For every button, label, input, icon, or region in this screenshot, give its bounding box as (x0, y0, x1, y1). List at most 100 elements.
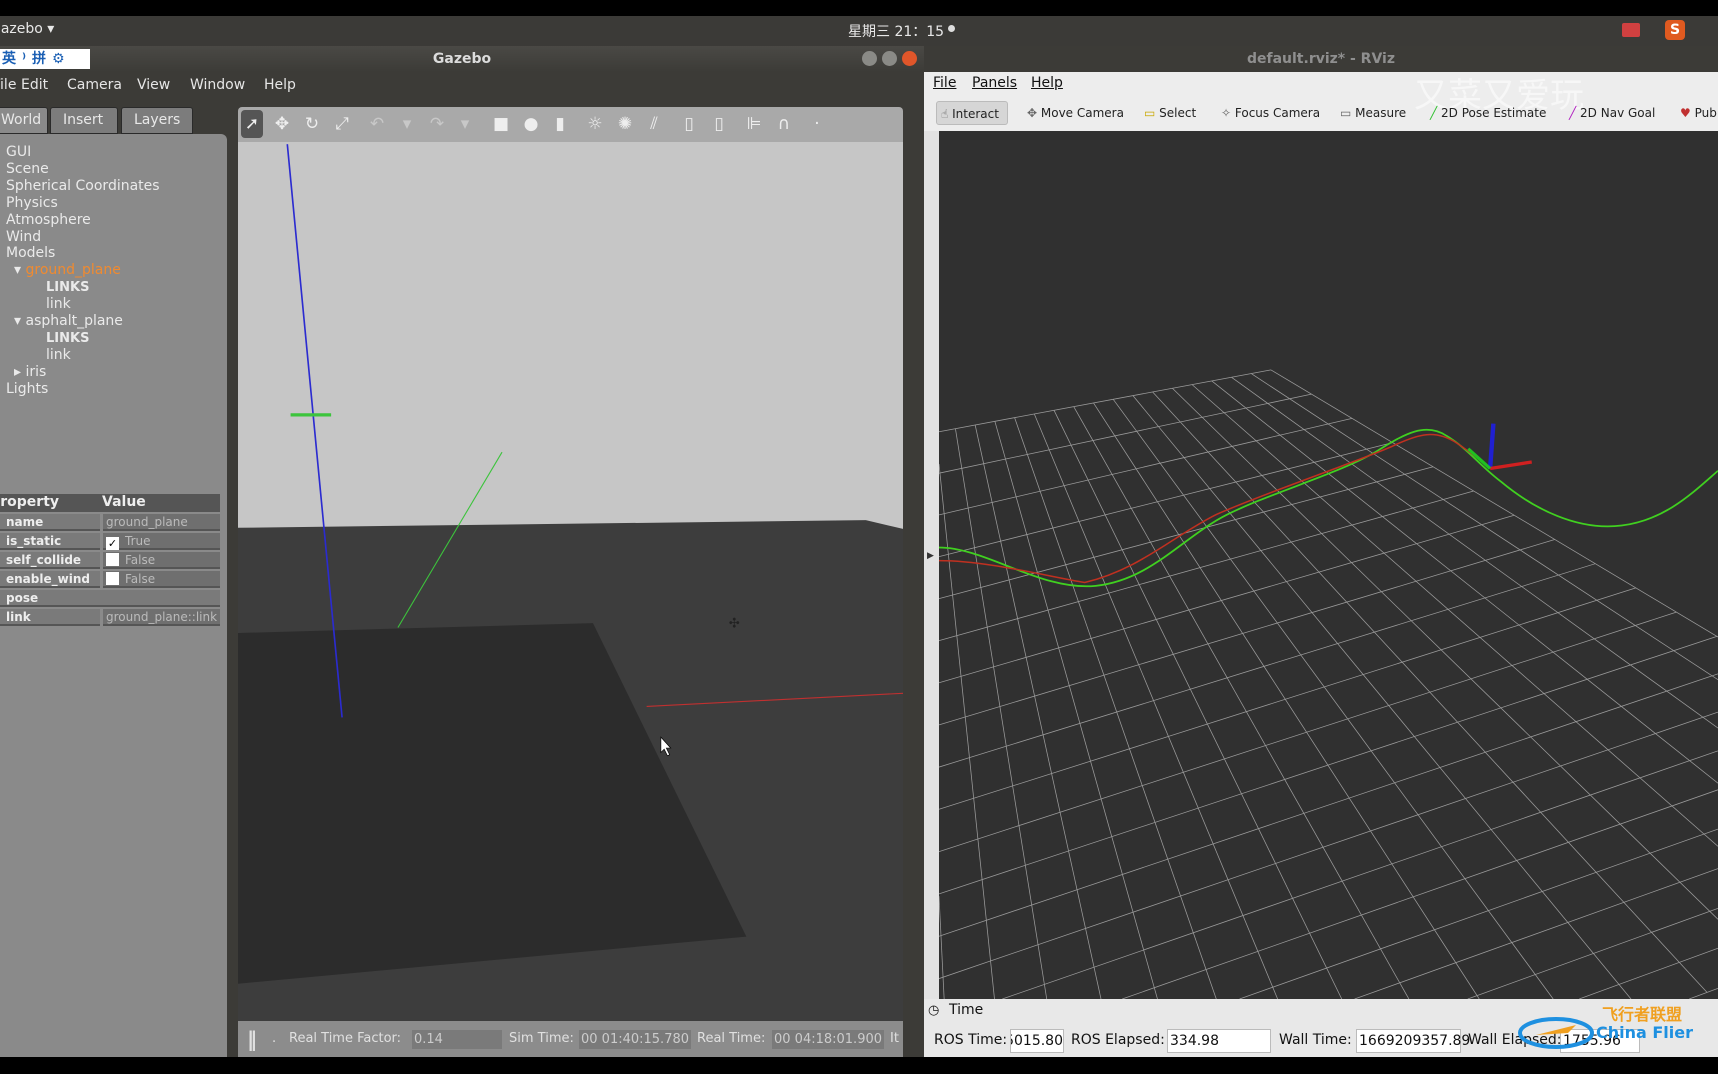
menu-camera[interactable]: Camera (67, 72, 122, 98)
tool-select[interactable]: ▭ Select (1144, 101, 1196, 125)
checkbox[interactable] (106, 553, 119, 566)
expand-down-icon[interactable]: ▾ (14, 262, 25, 278)
sphere-icon[interactable]: ● (520, 113, 542, 135)
property-row[interactable]: self_collide False (0, 552, 220, 569)
tree-item-label: link (46, 296, 71, 313)
record-icon[interactable] (1622, 23, 1640, 37)
menu-view[interactable]: View (137, 72, 170, 98)
property-row[interactable]: is_static ✓ True (0, 533, 220, 550)
property-value[interactable]: ground_plane::link (103, 609, 220, 626)
checkbox[interactable] (106, 572, 119, 585)
property-value[interactable]: ground_plane (103, 514, 220, 531)
tree-item[interactable]: LINKS (46, 330, 89, 346)
tree-item[interactable]: Physics (6, 195, 58, 211)
tool-pub[interactable]: ♥ Pub (1680, 101, 1717, 125)
tool-2d-pose-estimate[interactable]: ╱ 2D Pose Estimate (1430, 101, 1546, 125)
panel-collapse-handle[interactable]: ▶ (924, 131, 939, 999)
tree-item-label: LINKS (46, 330, 90, 346)
redo-icon[interactable]: ↷ (426, 113, 448, 135)
property-row[interactable]: pose (0, 590, 220, 607)
tree-item[interactable]: ▾ ground_plane (14, 262, 121, 278)
undo-icon[interactable]: ↶ (366, 113, 388, 135)
tree-item[interactable]: Lights (6, 381, 48, 397)
clock[interactable]: 星期三 21：15 (848, 21, 944, 41)
property-key: self_collide (0, 552, 100, 569)
tool-label: Focus Camera (1234, 106, 1321, 120)
tab-insert[interactable]: Insert (50, 107, 118, 134)
wall-time-field[interactable]: 1669209357.89 (1356, 1029, 1470, 1053)
more-icon[interactable]: · (806, 113, 828, 135)
align-icon[interactable]: ⊫ (743, 113, 765, 135)
directional-light-icon[interactable]: ⫽ (643, 113, 665, 135)
property-row[interactable]: name ground_plane (0, 514, 220, 531)
property-row[interactable]: link ground_plane::link (0, 609, 220, 626)
pause-button[interactable]: ‖ (247, 1021, 257, 1057)
menu-help[interactable]: Help (264, 72, 296, 98)
tree-item[interactable]: Scene (6, 161, 49, 177)
menu-panels[interactable]: Panels (972, 72, 1017, 95)
tool-focus-camera[interactable]: ✧ Focus Camera (1221, 101, 1320, 125)
menu-edit[interactable]: Edit (21, 72, 48, 98)
tab-layers[interactable]: Layers (121, 107, 193, 134)
copy-icon[interactable]: ▯ (678, 113, 700, 135)
ros-elapsed-field[interactable]: 334.98 (1167, 1029, 1271, 1053)
property-value[interactable]: False (103, 571, 220, 588)
menu-help[interactable]: Help (1031, 72, 1063, 95)
step-button[interactable]: . (272, 1021, 276, 1057)
menu-window[interactable]: Window (190, 72, 245, 98)
paste-icon[interactable]: ▯ (708, 113, 730, 135)
ros-time-field[interactable]: 5015.80 (1010, 1029, 1064, 1053)
property-value[interactable]: False (103, 552, 220, 569)
point-light-icon[interactable]: ☼ (584, 113, 606, 135)
tree-item[interactable]: link (46, 347, 71, 363)
tree-item[interactable]: Wind (6, 229, 41, 245)
china-flier-logo: 飞行者联盟 China Flier (1516, 999, 1718, 1057)
maximize-button[interactable] (882, 51, 897, 66)
tool-2d-nav-goal[interactable]: ╱ 2D Nav Goal (1569, 101, 1655, 125)
time-panel-title: Time (949, 1002, 984, 1018)
box-icon[interactable]: ■ (490, 113, 512, 135)
expand-right-icon[interactable]: ▸ (14, 364, 25, 380)
menu-file[interactable]: File (0, 72, 16, 98)
focus-icon: ✧ (1221, 106, 1235, 120)
cylinder-icon[interactable]: ▮ (549, 113, 571, 135)
select-arrow-icon[interactable]: ➚ (241, 110, 263, 138)
tree-item[interactable]: Models (6, 245, 55, 261)
rviz-3d-view[interactable] (939, 131, 1718, 999)
ime-toolbar[interactable]: 英⁾拼⚙ (0, 49, 90, 69)
property-row[interactable]: enable_wind False (0, 571, 220, 588)
rotate-icon[interactable]: ↻ (301, 113, 323, 135)
close-button[interactable] (902, 51, 917, 66)
tool-interact[interactable]: ☝ Interact (936, 101, 1008, 125)
scale-icon[interactable]: ⤢ (331, 113, 353, 135)
snap-icon[interactable]: ∩ (773, 113, 795, 135)
redo-menu-icon[interactable]: ▾ (454, 113, 476, 135)
tree-item[interactable]: GUI (6, 144, 31, 160)
tree-item[interactable]: ▾ asphalt_plane (14, 313, 123, 329)
tree-item[interactable]: link (46, 296, 71, 312)
ime-punct[interactable]: ⁾ (22, 51, 32, 67)
translate-icon[interactable]: ✥ (271, 113, 293, 135)
tree-item-label: Wind (6, 228, 42, 245)
menu-file[interactable]: File (933, 72, 956, 95)
ime-lang[interactable]: 英 (2, 51, 22, 67)
minimize-button[interactable] (862, 51, 877, 66)
spot-light-icon[interactable]: ✺ (614, 113, 636, 135)
tool-label: 2D Pose Estimate (1441, 106, 1547, 120)
property-value[interactable]: ✓ True (103, 533, 220, 550)
tree-item[interactable]: Spherical Coordinates (6, 178, 160, 194)
app-menu[interactable]: Gazebo ▾ (0, 21, 54, 37)
ime-settings-icon[interactable]: ⚙ (52, 51, 71, 67)
gazebo-3d-viewport[interactable]: ✣ (238, 142, 903, 1021)
tab-world[interactable]: World (0, 107, 48, 134)
ime-pinyin[interactable]: 拼 (32, 51, 52, 67)
expand-down-icon[interactable]: ▾ (14, 313, 25, 329)
checkbox[interactable]: ✓ (106, 537, 119, 550)
tree-item[interactable]: Atmosphere (6, 212, 91, 228)
tree-item[interactable]: LINKS (46, 279, 89, 295)
sogou-icon[interactable]: S (1665, 20, 1685, 40)
undo-menu-icon[interactable]: ▾ (396, 113, 418, 135)
tool-measure[interactable]: ▭ Measure (1340, 101, 1406, 125)
tool-move-camera[interactable]: ✥ Move Camera (1027, 101, 1124, 125)
tree-item[interactable]: ▸ iris (14, 364, 47, 380)
